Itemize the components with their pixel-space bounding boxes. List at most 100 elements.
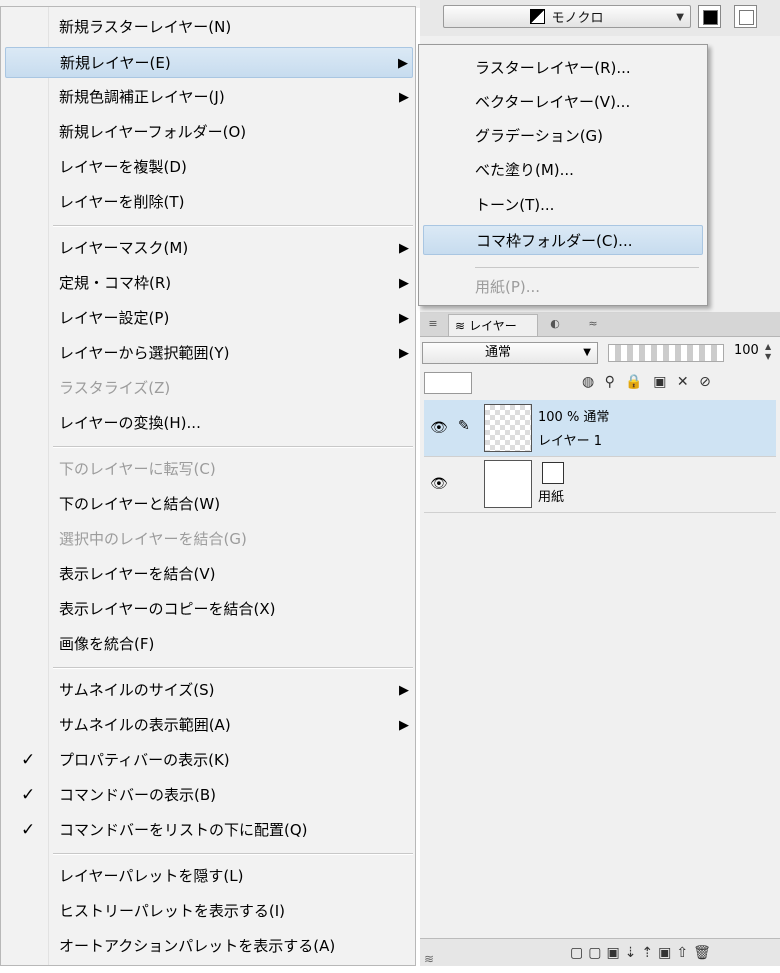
menu-item-label: 下のレイヤーと結合(W) (59, 495, 221, 513)
menu-item-new-raster-layer[interactable]: 新規ラスターレイヤー(N) (5, 12, 413, 43)
layer-row[interactable]: 👁 用紙 (424, 456, 776, 513)
opacity-value: 100 (734, 343, 759, 358)
submenu-item-label: 用紙(P)... (475, 278, 541, 296)
menu-item-label: レイヤーから選択範囲(Y) (59, 344, 230, 362)
menu-item-label: オートアクションパレットを表示する(A) (59, 937, 336, 955)
menu-item-show-auto-action-palette[interactable]: オートアクションパレットを表示する(A) (5, 931, 413, 962)
submenu-item-frame-folder[interactable]: コマ枠フォルダー(C)... (423, 225, 703, 255)
submenu-arrow-icon: ▶ (399, 346, 409, 361)
auto-action-tab-icon[interactable]: ≈ (584, 315, 602, 333)
menu-item-label: プロパティバーの表示(K) (59, 751, 230, 769)
menu-item-label: 画像を統合(F) (59, 635, 155, 653)
menu-item-selection-from-layer[interactable]: レイヤーから選択範囲(Y) ▶ (5, 338, 413, 369)
menu-item-label: ラスタライズ(Z) (59, 379, 171, 397)
layer-color-select[interactable] (424, 372, 472, 394)
menu-item-label: レイヤーパレットを隠す(L) (59, 867, 244, 885)
menu-separator (53, 225, 413, 227)
submenu-item-fill[interactable]: べた塗り(M)... (423, 155, 703, 185)
menu-item-new-layer[interactable]: 新規レイヤー(E) ▶ (5, 47, 413, 78)
menu-item-label: レイヤー設定(P) (59, 309, 170, 327)
menu-item-ruler-frame[interactable]: 定規・コマ枠(R) ▶ (5, 268, 413, 299)
menu-item-delete-layer[interactable]: レイヤーを削除(T) (5, 187, 413, 218)
eye-icon[interactable]: 👁 (430, 476, 448, 492)
chevron-down-icon: ▼ (583, 347, 591, 358)
menu-item-convert-layer[interactable]: レイヤーの変換(H)... (5, 408, 413, 439)
submenu-item-label: グラデーション(G) (475, 127, 604, 145)
submenu-item-label: ベクターレイヤー(V)... (475, 93, 631, 111)
menu-item-label: サムネイルのサイズ(S) (59, 681, 215, 699)
menu-item-hide-layer-palette[interactable]: レイヤーパレットを隠す(L) (5, 861, 413, 892)
layer-bottom-toolbar: ≋ ▢▢▣⇣⇡▣⇧🗑 (420, 938, 780, 966)
menu-item-rasterize: ラスタライズ(Z) (5, 373, 413, 404)
layer-tool-row: ◍ ⚲ 🔒 ▣ ✕ ⊘ (422, 370, 778, 396)
submenu-arrow-icon: ▶ (398, 56, 408, 71)
submenu-arrow-icon: ▶ (399, 683, 409, 698)
opacity-slider[interactable] (608, 344, 724, 362)
blend-mode-value: 通常 (485, 345, 512, 360)
chevron-down-icon: ▼ (676, 12, 684, 23)
menu-separator (53, 853, 413, 855)
layer-lock-icons[interactable]: ◍ ⚲ 🔒 ▣ ✕ ⊘ (582, 374, 714, 390)
panel-menu-icon[interactable]: ≡ (424, 315, 442, 333)
layer-name: 用紙 (538, 490, 565, 505)
menu-item-label: レイヤーの変換(H)... (59, 414, 201, 432)
menu-item-label: 新規色調補正レイヤー(J) (59, 88, 225, 106)
submenu-arrow-icon: ▶ (399, 276, 409, 291)
menu-item-thumbnail-size[interactable]: サムネイルのサイズ(S) ▶ (5, 675, 413, 706)
history-tab-icon[interactable]: ◐ (546, 315, 564, 333)
layer-context-menu: 新規ラスターレイヤー(N) 新規レイヤー(E) ▶ 新規色調補正レイヤー(J) … (0, 6, 416, 966)
menu-item-label: 下のレイヤーに転写(C) (59, 460, 216, 478)
menu-item-new-correction-layer[interactable]: 新規色調補正レイヤー(J) ▶ (5, 82, 413, 113)
menu-item-label: 新規レイヤー(E) (60, 54, 171, 72)
checkmark-icon: ✓ (21, 750, 36, 770)
menu-item-merge-selected: 選択中のレイヤーを結合(G) (5, 524, 413, 555)
menu-item-merge-visible-copy[interactable]: 表示レイヤーのコピーを結合(X) (5, 594, 413, 625)
menu-item-layer-mask[interactable]: レイヤーマスク(M) ▶ (5, 233, 413, 264)
eye-icon[interactable]: 👁 (430, 420, 448, 436)
menu-item-label: レイヤーマスク(M) (59, 239, 189, 257)
menu-item-show-property-bar[interactable]: ✓ プロパティバーの表示(K) (5, 745, 413, 776)
submenu-item-gradation[interactable]: グラデーション(G) (423, 121, 703, 151)
submenu-item-label: ラスターレイヤー(R)... (475, 59, 631, 77)
submenu-arrow-icon: ▶ (399, 718, 409, 733)
menu-item-flatten-image[interactable]: 画像を統合(F) (5, 629, 413, 660)
layers-icon: ≋ (455, 318, 466, 333)
submenu-item-label: べた塗り(M)... (475, 161, 574, 179)
layer-panel: ≡ ≋ レイヤー ◐ ≈ 通常 ▼ 100 ▲ ▼ ◍ ⚲ 🔒 ▣ ✕ ⊘ 👁 ✎… (420, 312, 780, 966)
menu-item-new-layer-folder[interactable]: 新規レイヤーフォルダー(O) (5, 117, 413, 148)
submenu-item-tone[interactable]: トーン(T)... (423, 190, 703, 220)
menu-item-thumbnail-range[interactable]: サムネイルの表示範囲(A) ▶ (5, 710, 413, 741)
menu-item-show-command-bar[interactable]: ✓ コマンドバーの表示(B) (5, 780, 413, 811)
menu-item-command-bar-below-list[interactable]: ✓ コマンドバーをリストの下に配置(Q) (5, 815, 413, 846)
menu-item-merge-with-lower[interactable]: 下のレイヤーと結合(W) (5, 489, 413, 520)
opacity-spinner[interactable]: ▲ ▼ (765, 342, 771, 362)
main-color-swatch[interactable] (698, 5, 721, 28)
menu-item-transfer-to-lower: 下のレイヤーに転写(C) (5, 454, 413, 485)
menu-item-label: 選択中のレイヤーを結合(G) (59, 530, 247, 548)
menu-item-layer-settings[interactable]: レイヤー設定(P) ▶ (5, 303, 413, 334)
submenu-item-label: トーン(T)... (475, 196, 555, 214)
sub-color-swatch[interactable] (734, 5, 757, 28)
layer-row[interactable]: 👁 ✎ 100 % 通常 レイヤー 1 (424, 400, 776, 457)
menu-separator (53, 446, 413, 448)
menu-item-label: レイヤーを削除(T) (59, 193, 185, 211)
menu-item-label: レイヤーを複製(D) (59, 158, 187, 176)
layer-blend-info: 100 % 通常 (538, 410, 610, 425)
submenu-item-vector-layer[interactable]: ベクターレイヤー(V)... (423, 87, 703, 117)
menu-item-label: 定規・コマ枠(R) (59, 274, 172, 292)
blend-mode-select[interactable]: 通常 ▼ (422, 342, 598, 364)
submenu-item-raster-layer[interactable]: ラスターレイヤー(R)... (423, 53, 703, 83)
layer-command-icons[interactable]: ▢▢▣⇣⇡▣⇧🗑 (570, 945, 716, 961)
menu-item-duplicate-layer[interactable]: レイヤーを複製(D) (5, 152, 413, 183)
tab-layer-label: レイヤー (469, 319, 517, 333)
color-mode-select[interactable]: モノクロ ▼ (443, 5, 691, 28)
color-mode-bar: モノクロ ▼ (420, 0, 780, 36)
menu-item-merge-visible[interactable]: 表示レイヤーを結合(V) (5, 559, 413, 590)
menu-item-show-history-palette[interactable]: ヒストリーパレットを表示する(I) (5, 896, 413, 927)
layer-name: レイヤー 1 (538, 434, 603, 449)
menu-item-label: 新規レイヤーフォルダー(O) (59, 123, 247, 141)
tab-layer[interactable]: ≋ レイヤー (448, 314, 538, 336)
submenu-item-label: コマ枠フォルダー(C)... (476, 232, 633, 250)
menu-item-label: サムネイルの表示範囲(A) (59, 716, 231, 734)
menu-item-label: ヒストリーパレットを表示する(I) (59, 902, 285, 920)
